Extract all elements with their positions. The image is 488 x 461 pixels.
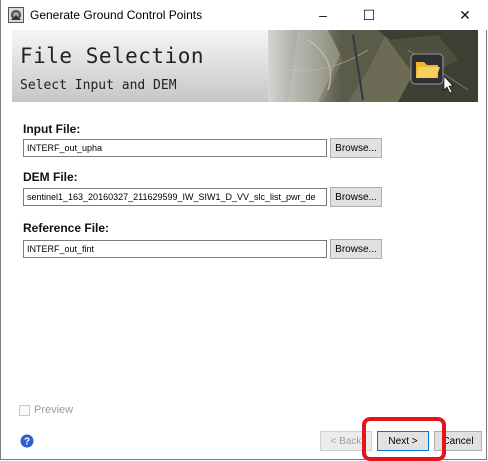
svg-text:?: ? xyxy=(24,437,30,448)
title-bar: Generate Ground Control Points – ☐ ✕ xyxy=(1,0,488,30)
input-file-label: Input File: xyxy=(23,122,81,136)
app-icon xyxy=(8,7,24,23)
banner-title: File Selection xyxy=(20,44,205,68)
preview-checkbox-row[interactable]: Preview xyxy=(19,403,73,417)
minimize-button[interactable]: – xyxy=(300,0,346,30)
reference-file-browse-button[interactable]: Browse... xyxy=(330,239,382,259)
input-file-field[interactable]: INTERF_out_upha xyxy=(23,139,327,157)
dem-file-label: DEM File: xyxy=(23,170,78,184)
dem-file-field[interactable]: sentinel1_163_20160327_211629599_IW_SIW1… xyxy=(23,188,327,206)
preview-checkbox[interactable] xyxy=(19,404,30,416)
banner-subtitle: Select Input and DEM xyxy=(20,78,177,93)
maximize-button[interactable]: ☐ xyxy=(346,0,392,30)
back-button[interactable]: < Back xyxy=(320,431,372,451)
close-button[interactable]: ✕ xyxy=(442,0,488,30)
window-title: Generate Ground Control Points xyxy=(30,8,203,22)
dem-file-browse-button[interactable]: Browse... xyxy=(330,187,382,207)
banner-satellite-image xyxy=(268,30,478,102)
dialog-window: Generate Ground Control Points – ☐ ✕ Fil… xyxy=(0,0,488,461)
input-file-browse-button[interactable]: Browse... xyxy=(330,138,382,158)
preview-label: Preview xyxy=(34,404,74,416)
next-button[interactable]: Next > xyxy=(377,431,429,451)
help-icon[interactable]: ? xyxy=(20,434,34,448)
wizard-banner: File Selection Select Input and DEM xyxy=(12,30,478,102)
reference-file-label: Reference File: xyxy=(23,221,110,235)
cancel-button[interactable]: Cancel xyxy=(434,431,482,451)
reference-file-field[interactable]: INTERF_out_fint xyxy=(23,240,327,258)
